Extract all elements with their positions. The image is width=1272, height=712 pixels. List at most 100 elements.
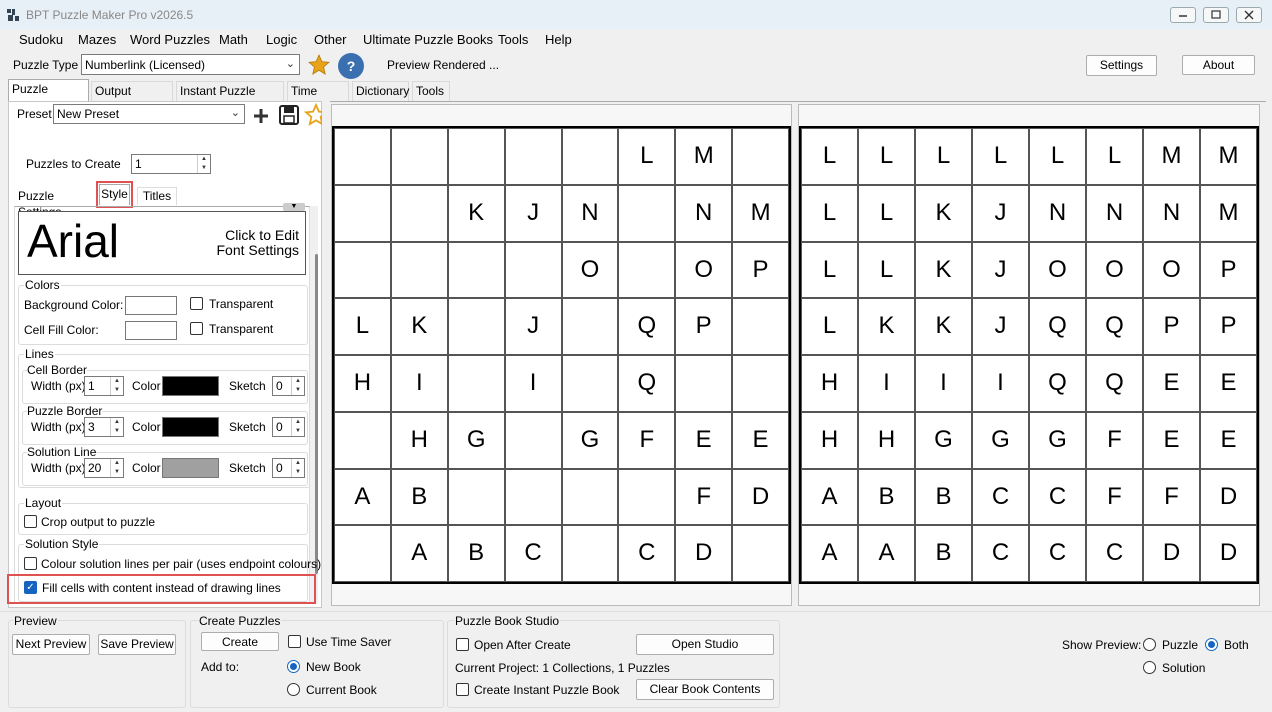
show-solution-radio[interactable] (1143, 661, 1156, 674)
cell-border-sketch-stepper[interactable]: 0 ▲ ▼ (272, 376, 305, 396)
puzzle-border-color-swatch[interactable] (162, 417, 219, 437)
help-icon[interactable]: ? (338, 53, 364, 79)
solution-line-width-label: Width (px) (31, 461, 86, 475)
star-icon[interactable] (307, 53, 331, 77)
menu-ultimate-puzzle-books[interactable]: Ultimate Puzzle Books (363, 32, 493, 47)
menu-other[interactable]: Other (314, 32, 347, 47)
show-solution-label: Solution (1162, 661, 1206, 675)
new-book-radio[interactable] (287, 660, 300, 673)
solution-grid-cell: N (1086, 184, 1143, 242)
puzzle-border-width-value: 3 (88, 420, 95, 434)
tab-time-saver[interactable]: Time Saver (287, 81, 349, 116)
solution-grid-cell: J (972, 184, 1029, 242)
colour-solution-lines-checkbox[interactable] (24, 557, 37, 570)
puzzle-border-sketch-stepper[interactable]: 0 ▲ ▼ (272, 417, 305, 437)
puzzle-grid-cell: B (390, 468, 448, 526)
cell-border-color-swatch[interactable] (162, 376, 219, 396)
solution-grid-cell: J (972, 241, 1029, 299)
settings-button[interactable]: Settings (1086, 55, 1157, 76)
subtab-puzzle-settings[interactable]: Puzzle Settings (14, 188, 95, 219)
puzzle-grid-cell: L (618, 128, 676, 185)
solution-grid-cell: D (1200, 468, 1257, 526)
puzzle-grid-cell (504, 411, 562, 469)
use-time-saver-label: Use Time Saver (306, 635, 392, 649)
menu-tools[interactable]: Tools (498, 32, 528, 47)
close-icon (1244, 10, 1254, 20)
show-puzzle-radio[interactable] (1143, 638, 1156, 651)
preset-select[interactable]: New Preset ⌄ (53, 104, 245, 124)
save-preview-button[interactable]: Save Preview (98, 634, 176, 655)
solution-grid-cell: F (1086, 468, 1143, 526)
menu-mazes[interactable]: Mazes (78, 32, 116, 47)
open-studio-button[interactable]: Open Studio (636, 634, 774, 655)
panel-splitter[interactable] (322, 101, 330, 608)
tab-instant-puzzle-books[interactable]: Instant Puzzle Books (176, 81, 284, 116)
background-color-swatch[interactable] (125, 296, 177, 315)
menu-help[interactable]: Help (545, 32, 572, 47)
tab-puzzle-settings[interactable]: Puzzle Settings (8, 79, 89, 114)
close-window-button[interactable] (1236, 7, 1262, 23)
puzzle-border-sketch-label: Sketch (229, 420, 266, 434)
stepper-arrows-icon: ▲ ▼ (110, 377, 123, 395)
tab-output-settings[interactable]: Output Settings (91, 81, 173, 116)
puzzle-type-select[interactable]: Numberlink (Licensed) ⌄ (81, 54, 300, 75)
solution-grid-cell: A (858, 525, 915, 582)
solution-grid-cell: F (1086, 411, 1143, 469)
about-button[interactable]: About (1182, 55, 1255, 75)
show-preview-label: Show Preview: (1062, 638, 1142, 652)
collapse-arrow-icon[interactable]: ▼ (283, 203, 305, 211)
show-both-radio[interactable] (1205, 638, 1218, 651)
new-book-label: New Book (306, 660, 361, 674)
subtab-titles[interactable]: Titles (137, 187, 177, 205)
solution-grid-cell: Q (1029, 355, 1086, 412)
solution-grid-cell: L (801, 241, 858, 299)
puzzle-grid-cell: E (675, 411, 733, 469)
minimize-button[interactable] (1170, 7, 1196, 23)
instant-puzzle-book-checkbox[interactable] (456, 683, 469, 696)
scrollbar-thumb[interactable] (315, 254, 318, 574)
preview-heading: Preview (13, 614, 58, 628)
current-book-radio[interactable] (287, 683, 300, 696)
create-heading: Create Puzzles (198, 614, 282, 628)
style-scrollbar[interactable] (310, 206, 318, 604)
cell-fill-color-swatch[interactable] (125, 321, 177, 340)
puzzle-border-width-stepper[interactable]: 3 ▲ ▼ (84, 417, 124, 437)
next-preview-button[interactable]: Next Preview (12, 634, 90, 655)
solution-line-sketch-stepper[interactable]: 0 ▲ ▼ (272, 458, 305, 478)
puzzle-grid-cell (334, 184, 391, 242)
solution-grid-cell: P (1143, 298, 1200, 355)
fill-cells-checkbox[interactable]: ✓ (24, 581, 37, 594)
cell-border-width-stepper[interactable]: 1 ▲ ▼ (84, 376, 124, 396)
solution-line-width-stepper[interactable]: 20 ▲ ▼ (84, 458, 124, 478)
puzzles-to-create-stepper[interactable]: 1 ▲ ▼ (131, 154, 211, 174)
add-preset-icon[interactable] (252, 107, 270, 125)
cell-fill-transparent-checkbox[interactable] (190, 322, 203, 335)
font-preview-box[interactable]: Arial Click to Edit Font Settings (18, 211, 306, 275)
background-transparent-checkbox[interactable] (190, 297, 203, 310)
background-transparent-label: Transparent (209, 297, 274, 311)
create-button[interactable]: Create (201, 632, 279, 651)
clear-book-contents-button[interactable]: Clear Book Contents (636, 679, 774, 700)
tab-dictionary[interactable]: Dictionary (352, 81, 409, 101)
solution-grid-cell: E (1143, 355, 1200, 412)
use-time-saver-checkbox[interactable] (288, 635, 301, 648)
current-project-text: Current Project: 1 Collections, 1 Puzzle… (455, 661, 670, 675)
solution-grid-cell: G (915, 411, 972, 469)
crop-output-checkbox[interactable] (24, 515, 37, 528)
menu-sudoku[interactable]: Sudoku (19, 32, 63, 47)
menu-word-puzzles[interactable]: Word Puzzles (130, 32, 210, 47)
menu-logic[interactable]: Logic (266, 32, 297, 47)
save-icon[interactable] (278, 104, 300, 126)
solution-line-color-swatch[interactable] (162, 458, 219, 478)
puzzle-type-value: Numberlink (Licensed) (85, 58, 206, 72)
menu-math[interactable]: Math (219, 32, 248, 47)
app-icon (7, 9, 19, 21)
subtab-style[interactable]: Style (99, 184, 130, 205)
maximize-button[interactable] (1203, 7, 1229, 23)
open-after-create-checkbox[interactable] (456, 638, 469, 651)
solution-grid-cell: A (801, 525, 858, 582)
tab-tools[interactable]: Tools (412, 81, 450, 101)
solution-grid-cell: M (1143, 128, 1200, 185)
puzzles-to-create-value: 1 (135, 157, 142, 171)
solution-grid-cell: N (1143, 184, 1200, 242)
